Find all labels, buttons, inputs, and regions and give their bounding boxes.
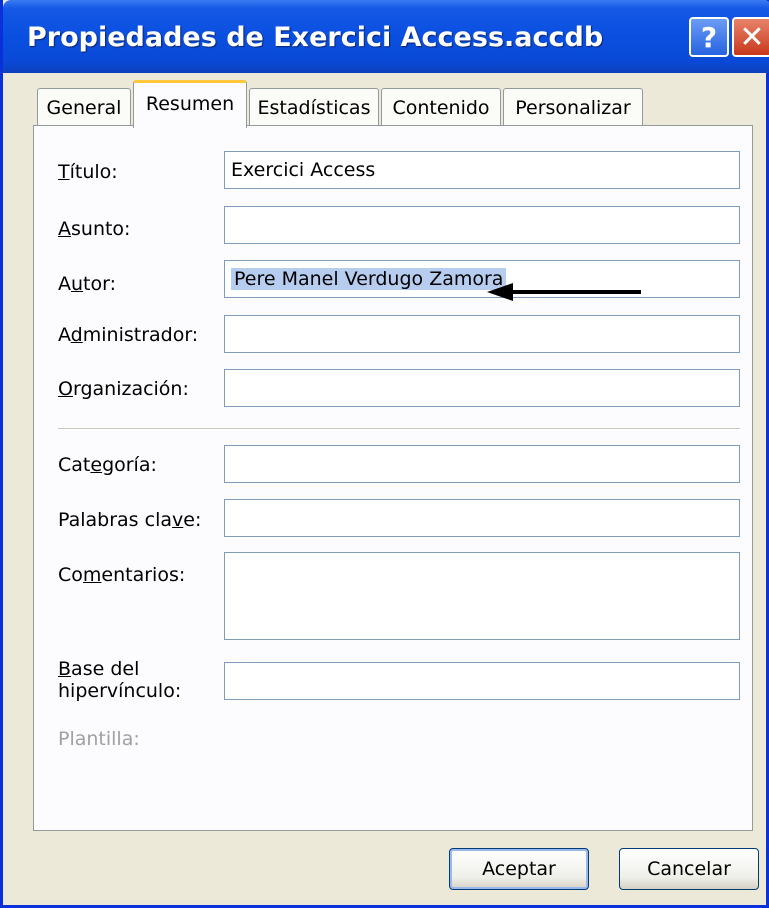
window-title: Propiedades de Exercici Access.accdb	[27, 22, 604, 53]
tab-estadisticas[interactable]: Estadísticas	[249, 88, 379, 126]
administrador-field[interactable]	[224, 315, 740, 353]
tab-resumen[interactable]: Resumen	[133, 80, 247, 128]
arrow-left-icon	[487, 283, 641, 301]
cancel-button[interactable]: Cancelar	[619, 848, 759, 890]
base-hipervinculo-field[interactable]	[224, 662, 740, 700]
help-icon: ?	[700, 20, 718, 54]
help-button[interactable]: ?	[689, 17, 729, 57]
ok-button[interactable]: Aceptar	[449, 848, 589, 890]
categoria-label: Categoría:	[58, 454, 157, 476]
close-button[interactable]: ✕	[732, 17, 769, 57]
asunto-field[interactable]	[224, 206, 740, 244]
administrador-label: Administrador:	[58, 324, 199, 346]
tab-general[interactable]: General	[37, 88, 131, 126]
plantilla-label: Plantilla:	[58, 728, 140, 750]
palabras-clave-field[interactable]	[224, 499, 740, 537]
palabras-clave-label: Palabras clave:	[58, 509, 202, 531]
title-bar[interactable]: Propiedades de Exercici Access.accdb ? ✕	[3, 0, 769, 73]
summary-panel: Título: Exercici Access Asunto: Autor: P…	[33, 125, 753, 831]
autor-field[interactable]: Pere Manel Verdugo Zamora	[224, 260, 740, 298]
tab-personalizar[interactable]: Personalizar	[503, 88, 643, 126]
separator	[58, 428, 740, 430]
organizacion-field[interactable]	[224, 369, 740, 407]
base-hipervinculo-label: Base del hipervínculo:	[58, 658, 182, 702]
titulo-label: Título:	[58, 161, 118, 183]
autor-label: Autor:	[58, 273, 116, 295]
categoria-field[interactable]	[224, 445, 740, 483]
titulo-field[interactable]: Exercici Access	[224, 151, 740, 189]
comentarios-field[interactable]	[224, 552, 740, 640]
asunto-label: Asunto:	[58, 218, 131, 240]
close-icon: ✕	[739, 19, 765, 55]
organizacion-label: Organización:	[58, 378, 189, 400]
comentarios-label: Comentarios:	[58, 564, 186, 586]
properties-dialog: Propiedades de Exercici Access.accdb ? ✕…	[0, 0, 769, 908]
tab-contenido[interactable]: Contenido	[381, 88, 501, 126]
autor-value: Pere Manel Verdugo Zamora	[231, 268, 507, 290]
